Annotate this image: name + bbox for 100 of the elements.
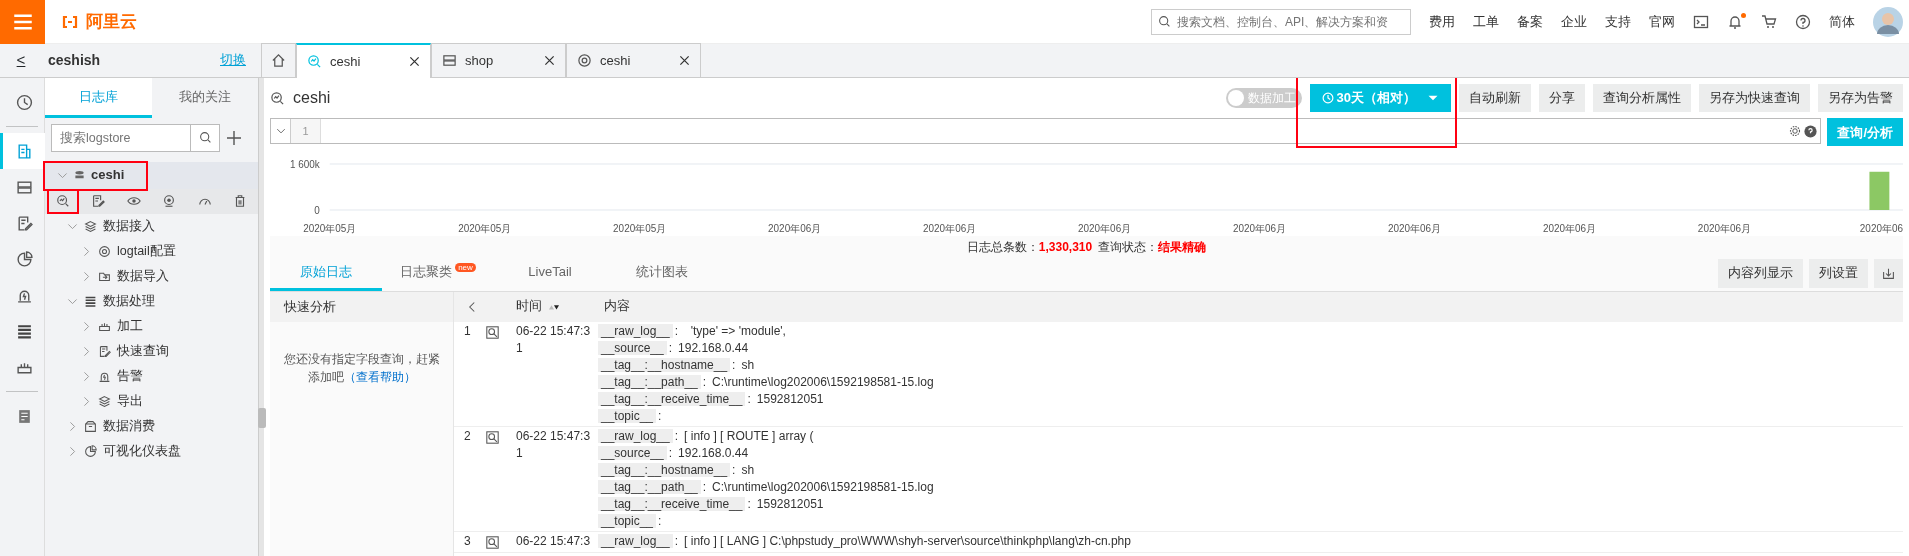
field-value: 192.168.0.44 bbox=[678, 445, 749, 460]
help-icon[interactable] bbox=[1795, 13, 1811, 30]
field-value: C:\runtime\log202006\1592198581-15.log bbox=[712, 479, 934, 494]
toolbar-button[interactable]: 查询分析属性 bbox=[1593, 83, 1691, 113]
page-title: ceshi bbox=[293, 88, 331, 108]
tree-item[interactable]: 可视化仪表盘 bbox=[103, 441, 181, 461]
tree-item[interactable]: 导出 bbox=[117, 391, 143, 411]
panel-tab[interactable]: 我的关注 bbox=[151, 78, 258, 118]
gear-icon[interactable] bbox=[1789, 124, 1802, 137]
search-button[interactable] bbox=[191, 123, 220, 152]
field-key: __tag__:__receive_time__ bbox=[598, 391, 746, 406]
nav-link[interactable]: 企业 bbox=[1561, 11, 1587, 32]
close-icon[interactable] bbox=[544, 55, 555, 66]
field-key: __source__ bbox=[598, 445, 667, 460]
nav-link[interactable]: 支持 bbox=[1605, 11, 1631, 32]
add-icon[interactable] bbox=[226, 129, 242, 146]
edit-icon[interactable] bbox=[91, 194, 106, 208]
field-value: [ info ] [ ROUTE ] array ( bbox=[684, 428, 814, 443]
separator: : bbox=[747, 496, 751, 511]
database-icon bbox=[74, 169, 85, 181]
toolbar-button[interactable]: 自动刷新 bbox=[1459, 83, 1531, 113]
chevron-down-icon[interactable] bbox=[275, 126, 286, 136]
edit-icon bbox=[98, 344, 111, 358]
menu-button[interactable] bbox=[0, 0, 45, 44]
logstore-name[interactable]: ceshi bbox=[91, 165, 125, 185]
nav-link[interactable]: 备案 bbox=[1517, 11, 1543, 32]
row-number: 2 bbox=[463, 427, 472, 445]
toolbar-button[interactable]: 内容列显示 bbox=[1718, 258, 1803, 288]
page-tab[interactable]: ceshi bbox=[566, 43, 701, 77]
help-link[interactable]: （查看帮助） bbox=[343, 369, 416, 384]
logstore-search-field[interactable]: 搜索logstore bbox=[51, 123, 191, 152]
toolbar-button[interactable]: 分享 bbox=[1539, 83, 1585, 113]
magnifier-icon[interactable] bbox=[486, 535, 499, 549]
tree-item[interactable]: 数据消费 bbox=[103, 416, 155, 436]
language-link[interactable]: 简体 bbox=[1829, 11, 1855, 32]
field-value: 1592812051 bbox=[756, 496, 824, 511]
search-icon bbox=[307, 54, 322, 69]
status-value: 结果精确 bbox=[1158, 240, 1207, 254]
target-icon bbox=[577, 53, 592, 68]
tree-item[interactable]: 加工 bbox=[117, 316, 143, 336]
tree-item[interactable]: 数据处理 bbox=[103, 291, 155, 311]
pie-chart-icon bbox=[84, 444, 97, 458]
field-value: 1592812051 bbox=[756, 391, 824, 406]
time-cell-text: 06-22 15:47:31 bbox=[516, 322, 592, 357]
webcam-icon[interactable] bbox=[162, 194, 177, 208]
total-label: 日志总条数： bbox=[966, 240, 1039, 254]
toolbar-button[interactable]: 另存为告警 bbox=[1818, 83, 1903, 113]
column-header: 内容 bbox=[604, 298, 630, 316]
tree-item[interactable]: 数据接入 bbox=[103, 216, 155, 236]
search-icon bbox=[1158, 15, 1171, 28]
axis-label: 2020年06月 bbox=[1232, 223, 1287, 234]
tab-label: shop bbox=[465, 51, 494, 70]
separator: : bbox=[658, 513, 662, 528]
search-icon bbox=[270, 90, 285, 106]
avatar[interactable] bbox=[1873, 6, 1903, 37]
result-tab[interactable]: 统计图表 bbox=[606, 256, 718, 291]
separator: : bbox=[668, 445, 673, 460]
axis-label: 2020年06 bbox=[1859, 223, 1903, 234]
page-tab[interactable]: ceshi bbox=[296, 43, 431, 78]
home-tab[interactable] bbox=[261, 43, 296, 77]
collapse-handle[interactable] bbox=[258, 408, 266, 428]
tree-item[interactable]: 快速查询 bbox=[117, 341, 169, 361]
field-key: __topic__ bbox=[598, 408, 657, 423]
eye-icon[interactable] bbox=[126, 194, 141, 208]
cart-icon[interactable] bbox=[1761, 13, 1777, 30]
separator: : bbox=[674, 533, 679, 548]
field-key: __tag__:__path__ bbox=[598, 479, 701, 494]
toolbar-button[interactable]: 列设置 bbox=[1809, 258, 1868, 288]
terminal-icon[interactable] bbox=[1693, 13, 1709, 30]
tab-label: ceshi bbox=[330, 52, 361, 71]
axis-label: 2020年05月 bbox=[303, 223, 357, 234]
download-icon bbox=[1882, 266, 1895, 280]
toolbar-button[interactable]: 另存为快速查询 bbox=[1699, 83, 1810, 113]
clock-icon bbox=[1321, 92, 1334, 104]
nav-link[interactable]: 官网 bbox=[1649, 11, 1675, 32]
search-field[interactable]: 搜索文档、控制台、API、解决方案和资 bbox=[1151, 8, 1411, 35]
close-icon[interactable] bbox=[409, 56, 420, 67]
back-button[interactable]: < bbox=[6, 47, 36, 73]
tree-item[interactable]: logtail配置 bbox=[117, 241, 176, 261]
page-tab[interactable]: shop bbox=[431, 43, 566, 77]
field-key: __tag__:__path__ bbox=[598, 374, 701, 389]
separator: : bbox=[674, 428, 679, 443]
magnifier-icon[interactable] bbox=[486, 430, 499, 444]
field-key: __source__ bbox=[598, 340, 667, 355]
result-tab[interactable]: 日志聚类 new bbox=[382, 256, 494, 291]
download-button[interactable] bbox=[1874, 258, 1903, 288]
separator: : bbox=[747, 391, 751, 406]
column-header[interactable]: 时间 bbox=[516, 297, 542, 316]
close-icon[interactable] bbox=[679, 55, 690, 66]
result-tab[interactable]: LiveTail bbox=[494, 256, 606, 291]
help-icon[interactable] bbox=[1804, 124, 1818, 138]
nav-link[interactable]: 工单 bbox=[1473, 11, 1499, 32]
search-icon[interactable] bbox=[55, 194, 70, 208]
bell-icon[interactable] bbox=[1727, 13, 1743, 30]
tree-item[interactable]: 告警 bbox=[117, 366, 143, 386]
nav-link[interactable]: 费用 bbox=[1429, 11, 1455, 32]
field-key: __raw_log__ bbox=[598, 428, 673, 443]
hint-text: 您还没有指定字段查询，赶紧添加吧（查看帮助） bbox=[282, 350, 441, 386]
tree-item[interactable]: 数据导入 bbox=[117, 266, 169, 286]
magnifier-icon[interactable] bbox=[486, 325, 499, 339]
